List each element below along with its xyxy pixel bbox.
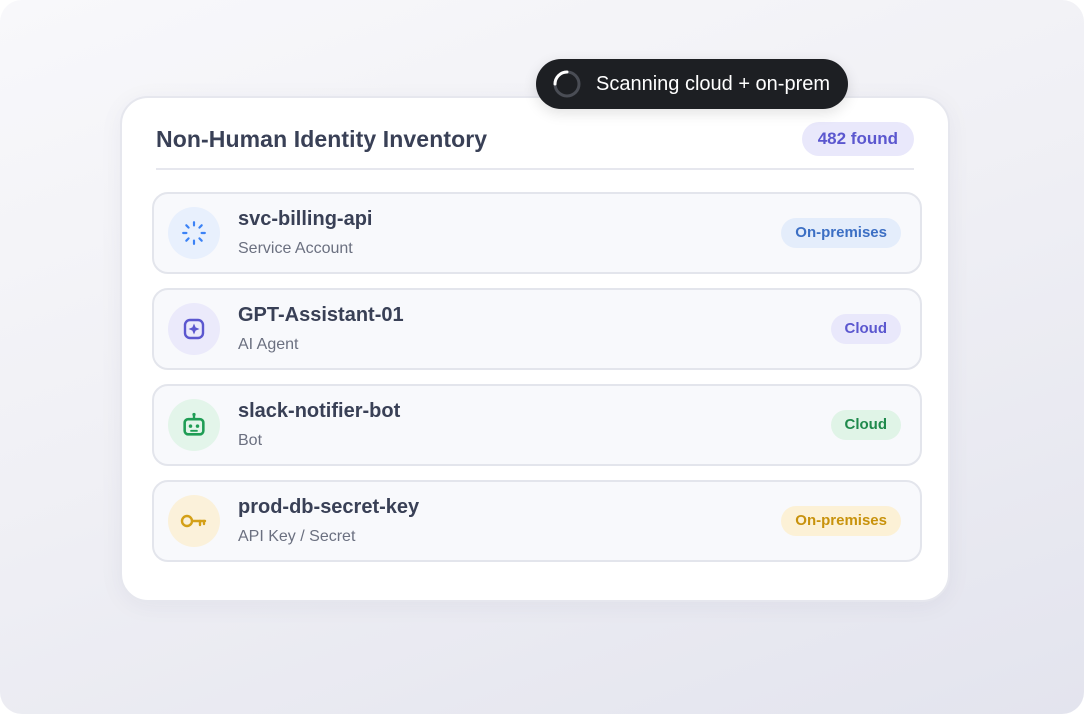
identity-type: Bot (238, 432, 263, 449)
scanning-status-text: Scanning cloud + on-prem (596, 72, 831, 95)
location-badge: On-premises (781, 506, 901, 536)
canvas-background: Non-Human Identity Inventory 482 found s… (0, 0, 1084, 714)
spinner-icon (552, 69, 582, 99)
robot-icon (168, 399, 220, 451)
identity-name: svc-billing-api (238, 208, 373, 230)
inventory-title: Non-Human Identity Inventory (156, 126, 488, 152)
identity-row[interactable]: slack-notifier-bot Bot Cloud (152, 384, 922, 466)
scanning-status-pill: Scanning cloud + on-prem (536, 59, 849, 109)
location-badge: Cloud (830, 314, 901, 344)
identity-type: API Key / Secret (238, 528, 356, 545)
inventory-card: Non-Human Identity Inventory 482 found s… (120, 96, 950, 602)
identity-name: prod-db-secret-key (238, 496, 420, 518)
identity-row[interactable]: GPT-Assistant-01 AI Agent Cloud (152, 288, 922, 370)
loader-icon (168, 207, 220, 259)
ai-chip-icon (168, 303, 220, 355)
location-badge: On-premises (781, 218, 901, 248)
key-icon (168, 495, 220, 547)
location-badge: Cloud (830, 410, 901, 440)
header-divider (156, 168, 914, 170)
identity-name: slack-notifier-bot (238, 400, 401, 422)
identity-name: GPT-Assistant-01 (238, 304, 404, 326)
identity-row[interactable]: svc-billing-api Service Account On-premi… (152, 192, 922, 274)
identity-type: Service Account (238, 240, 353, 257)
found-count-badge: 482 found (801, 122, 914, 156)
identity-type: AI Agent (238, 336, 299, 353)
identity-row[interactable]: prod-db-secret-key API Key / Secret On-p… (152, 480, 922, 562)
